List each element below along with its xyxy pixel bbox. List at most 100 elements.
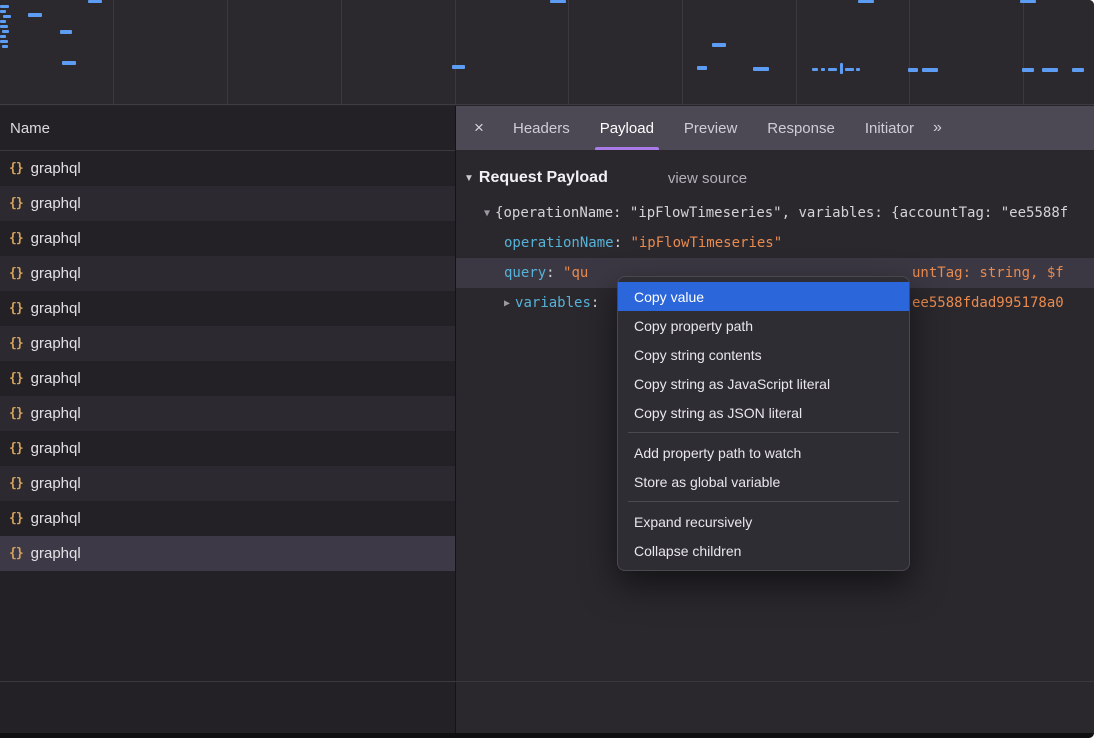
section-collapse-icon[interactable]: ▼ (464, 173, 474, 184)
request-timing-bar (0, 25, 8, 28)
request-name-label: graphql (31, 545, 81, 562)
overview-gridline (909, 0, 910, 104)
network-request-row[interactable]: {}graphql (0, 466, 455, 501)
menu-item[interactable]: Store as global variable (618, 467, 909, 496)
overview-gridline (455, 0, 456, 104)
request-timing-bar (1072, 68, 1084, 72)
json-braces-icon: {} (9, 336, 23, 351)
menu-separator (628, 432, 899, 433)
network-main: Name {}graphql{}graphql{}graphql{}graphq… (0, 106, 1094, 733)
request-name-label: graphql (31, 405, 81, 422)
menu-item[interactable]: Copy string contents (618, 340, 909, 369)
network-request-row[interactable]: {}graphql (0, 151, 455, 186)
request-name-label: graphql (31, 370, 81, 387)
request-name-label: graphql (31, 300, 81, 317)
colon: : (614, 235, 631, 251)
menu-item[interactable]: Add property path to watch (618, 438, 909, 467)
menu-item[interactable]: Copy property path (618, 311, 909, 340)
request-name-label: graphql (31, 230, 81, 247)
payload-root-row[interactable]: ▼ {operationName: "ipFlowTimeseries", va… (456, 198, 1094, 228)
menu-item[interactable]: Copy string as JSON literal (618, 398, 909, 427)
json-braces-icon: {} (9, 231, 23, 246)
more-tabs-button[interactable]: » (933, 119, 942, 137)
json-braces-icon: {} (9, 546, 23, 561)
property-key: query (504, 265, 546, 281)
request-timing-bar (712, 43, 726, 47)
close-details-button[interactable]: × (466, 118, 492, 138)
request-timing-bar (856, 68, 860, 71)
overview-gridline (341, 0, 342, 104)
bottom-divider (0, 681, 1094, 682)
overview-gridline (568, 0, 569, 104)
json-braces-icon: {} (9, 301, 23, 316)
menu-item[interactable]: Expand recursively (618, 507, 909, 536)
network-request-row[interactable]: {} graphql (0, 291, 455, 326)
tab-headers[interactable]: Headers (498, 106, 585, 150)
devtools-window: Name {}graphql{}graphql{}graphql{}graphq… (0, 0, 1094, 738)
json-braces-icon: {} (9, 161, 23, 176)
tab-response[interactable]: Response (752, 106, 850, 150)
payload-row-operation-name[interactable]: operationName: "ipFlowTimeseries" (456, 228, 1094, 258)
request-name-label: graphql (31, 195, 81, 212)
tab-payload[interactable]: Payload (585, 106, 669, 150)
json-braces-icon: {} (9, 406, 23, 421)
context-menu: Copy valueCopy property pathCopy string … (617, 276, 910, 571)
network-request-row[interactable]: {} graphql (0, 326, 455, 361)
request-timing-bar (0, 10, 6, 13)
request-timing-bar (922, 68, 938, 72)
request-name-label: graphql (31, 510, 81, 527)
details-tabbar: × HeadersPayloadPreviewResponseInitiator… (456, 106, 1094, 150)
request-timing-bar (1042, 68, 1058, 72)
request-timing-bar (60, 30, 72, 34)
request-timing-bar (0, 40, 8, 43)
request-timing-bar (840, 63, 843, 74)
menu-item[interactable]: Collapse children (618, 536, 909, 565)
section-title: Request Payload (479, 169, 608, 187)
property-value-continued: ee5588fdad995178a0 (912, 288, 1064, 318)
request-name-label: graphql (31, 335, 81, 352)
request-timing-bar (908, 68, 918, 72)
variables-expand-icon[interactable]: ▶ (504, 298, 510, 309)
request-timing-bar (0, 35, 6, 38)
request-list: {} graphql {} graphql {} graphql {} graphql {} gr… (0, 151, 455, 571)
json-braces-icon: {} (9, 196, 23, 211)
root-expand-icon[interactable]: ▼ (484, 208, 490, 219)
network-overview[interactable] (0, 0, 1094, 105)
overview-gridline (682, 0, 683, 104)
tab-initiator[interactable]: Initiator (850, 106, 929, 150)
network-request-row[interactable]: {}graphql (0, 256, 455, 291)
request-timing-bar (2, 30, 9, 33)
request-timing-bar (812, 68, 818, 71)
network-request-row[interactable]: {}graphql (0, 431, 455, 466)
overview-gridline (1023, 0, 1024, 104)
view-source-link[interactable]: view source (668, 170, 747, 187)
property-value-start: "qu (563, 265, 588, 281)
json-braces-icon: {} (9, 266, 23, 281)
request-timing-bar (62, 61, 76, 65)
menu-item[interactable]: Copy string as JavaScript literal (618, 369, 909, 398)
network-request-row[interactable]: {} graphql (0, 396, 455, 431)
colon: : (546, 265, 563, 281)
colon: : (591, 295, 608, 311)
overview-gridline (796, 0, 797, 104)
request-timing-bar (828, 68, 837, 71)
column-header-name[interactable]: Name (0, 106, 455, 151)
request-payload-section: ▼ Request Payload view source (456, 162, 1094, 194)
request-timing-bar (0, 20, 6, 23)
json-braces-icon: {} (9, 371, 23, 386)
json-braces-icon: {} (9, 441, 23, 456)
network-request-row[interactable]: {} graphql (0, 501, 455, 536)
name-header-label: Name (10, 120, 50, 137)
property-key: variables (515, 295, 591, 311)
json-braces-icon: {} (9, 511, 23, 526)
tab-preview[interactable]: Preview (669, 106, 752, 150)
network-request-row[interactable]: {} graphql (0, 221, 455, 256)
request-timing-bar (845, 68, 854, 71)
network-request-row[interactable]: {} graphql (0, 186, 455, 221)
network-request-row[interactable]: {} graphql (0, 536, 455, 571)
request-timing-bar (28, 13, 42, 17)
root-preview: {operationName: "ipFlowTimeseries", vari… (495, 205, 1068, 221)
network-request-row[interactable]: {} graphql (0, 361, 455, 396)
json-braces-icon: {} (9, 476, 23, 491)
menu-item[interactable]: Copy value (618, 282, 909, 311)
